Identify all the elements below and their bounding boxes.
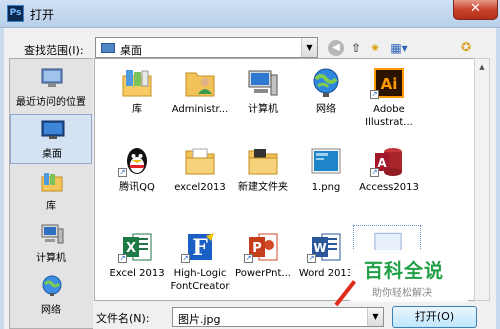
computer-icon — [248, 70, 278, 96]
file-item[interactable]: excel2013 — [167, 143, 233, 218]
network-icon — [42, 275, 62, 296]
file-item[interactable]: Administr... — [167, 65, 233, 140]
title-bar: Ps 打开 ✕ — [0, 0, 500, 28]
user-folder-icon — [185, 72, 215, 97]
shortcut-arrow-icon: ↗ — [370, 168, 379, 177]
places-bar: 最近访问的位置 桌面 库 计算机 网络 — [9, 58, 93, 329]
shortcut-arrow-icon: ↗ — [181, 254, 190, 263]
network-icon — [313, 68, 339, 97]
view-menu-icon[interactable]: ▦▾ — [389, 40, 409, 56]
vertical-scrollbar[interactable]: ▲ — [474, 58, 490, 301]
window-title: 打开 — [30, 8, 55, 22]
place-desktop[interactable]: 桌面 — [10, 114, 92, 164]
shortcut-arrow-icon: ↗ — [118, 254, 127, 263]
chevron-down-icon[interactable]: ▼ — [301, 38, 317, 57]
shortcut-arrow-icon: ↗ — [370, 90, 379, 99]
libraries-icon — [41, 173, 63, 192]
shortcut-arrow-icon: ↗ — [244, 254, 253, 263]
file-item[interactable]: 库 — [104, 65, 170, 140]
place-computer[interactable]: 计算机 — [10, 219, 92, 269]
svg-text:X: X — [126, 241, 136, 256]
folder-icon — [248, 149, 278, 175]
filename-label: 文件名(N): — [96, 312, 150, 325]
filename-input[interactable]: 图片.jpg ▼ — [172, 307, 384, 327]
desktop-icon — [41, 120, 65, 139]
lookin-label: 查找范围(I): — [24, 44, 84, 57]
watermark: 百科全说 助你轻松解决 — [350, 250, 468, 302]
filename-value: 图片.jpg — [178, 313, 221, 326]
file-item[interactable]: 新建文件夹 — [230, 143, 296, 218]
svg-text:F: F — [192, 235, 208, 261]
place-libraries[interactable]: 库 — [10, 167, 92, 217]
svg-text:W: W — [313, 241, 326, 255]
recent-places-icon — [41, 68, 63, 87]
folder-star-icon[interactable]: ✪ — [458, 39, 474, 55]
image-file-icon — [311, 148, 341, 174]
up-folder-icon[interactable]: ⇧ — [349, 40, 363, 56]
shortcut-arrow-icon: ↗ — [118, 168, 127, 177]
scroll-up-icon[interactable]: ▲ — [475, 59, 489, 75]
file-item[interactable]: 1.png — [293, 143, 359, 218]
file-item[interactable]: P ↗ PowerPnt... — [230, 229, 296, 304]
lookin-combo[interactable]: 桌面 ▼ — [95, 37, 318, 58]
photoshop-icon: Ps — [7, 5, 24, 22]
place-network[interactable]: 网络 — [10, 271, 92, 321]
file-item[interactable]: ↗ 腾讯QQ — [104, 143, 170, 218]
file-item[interactable]: 计算机 — [230, 65, 296, 140]
svg-text:P: P — [252, 241, 262, 256]
watermark-title: 百科全说 — [364, 260, 445, 282]
desktop-icon — [101, 43, 115, 53]
close-button[interactable]: ✕ — [453, 0, 498, 20]
file-item[interactable]: A ↗ Access2013 — [356, 143, 422, 218]
file-item[interactable]: 网络 — [293, 65, 359, 140]
lookin-value: 桌面 — [120, 44, 142, 57]
watermark-subtitle: 助你轻松解决 — [372, 288, 432, 299]
computer-icon — [41, 224, 64, 244]
chevron-down-icon[interactable]: ▼ — [367, 308, 383, 326]
file-item[interactable]: Ai ↗ Adobe Illustrat... — [356, 65, 422, 140]
svg-text:Ai: Ai — [381, 75, 398, 93]
new-folder-icon[interactable]: ✷ — [367, 40, 383, 56]
place-recent[interactable]: 最近访问的位置 — [10, 63, 92, 113]
back-icon[interactable]: ◀ — [328, 40, 344, 56]
folder-icon — [185, 148, 215, 175]
open-button[interactable]: 打开(O) — [392, 306, 477, 328]
libraries-icon — [122, 70, 152, 97]
file-item[interactable]: F ↗ High-Logic FontCreator — [167, 229, 233, 304]
shortcut-arrow-icon: ↗ — [307, 254, 316, 263]
file-item[interactable]: X ↗ Excel 2013 — [104, 229, 170, 304]
